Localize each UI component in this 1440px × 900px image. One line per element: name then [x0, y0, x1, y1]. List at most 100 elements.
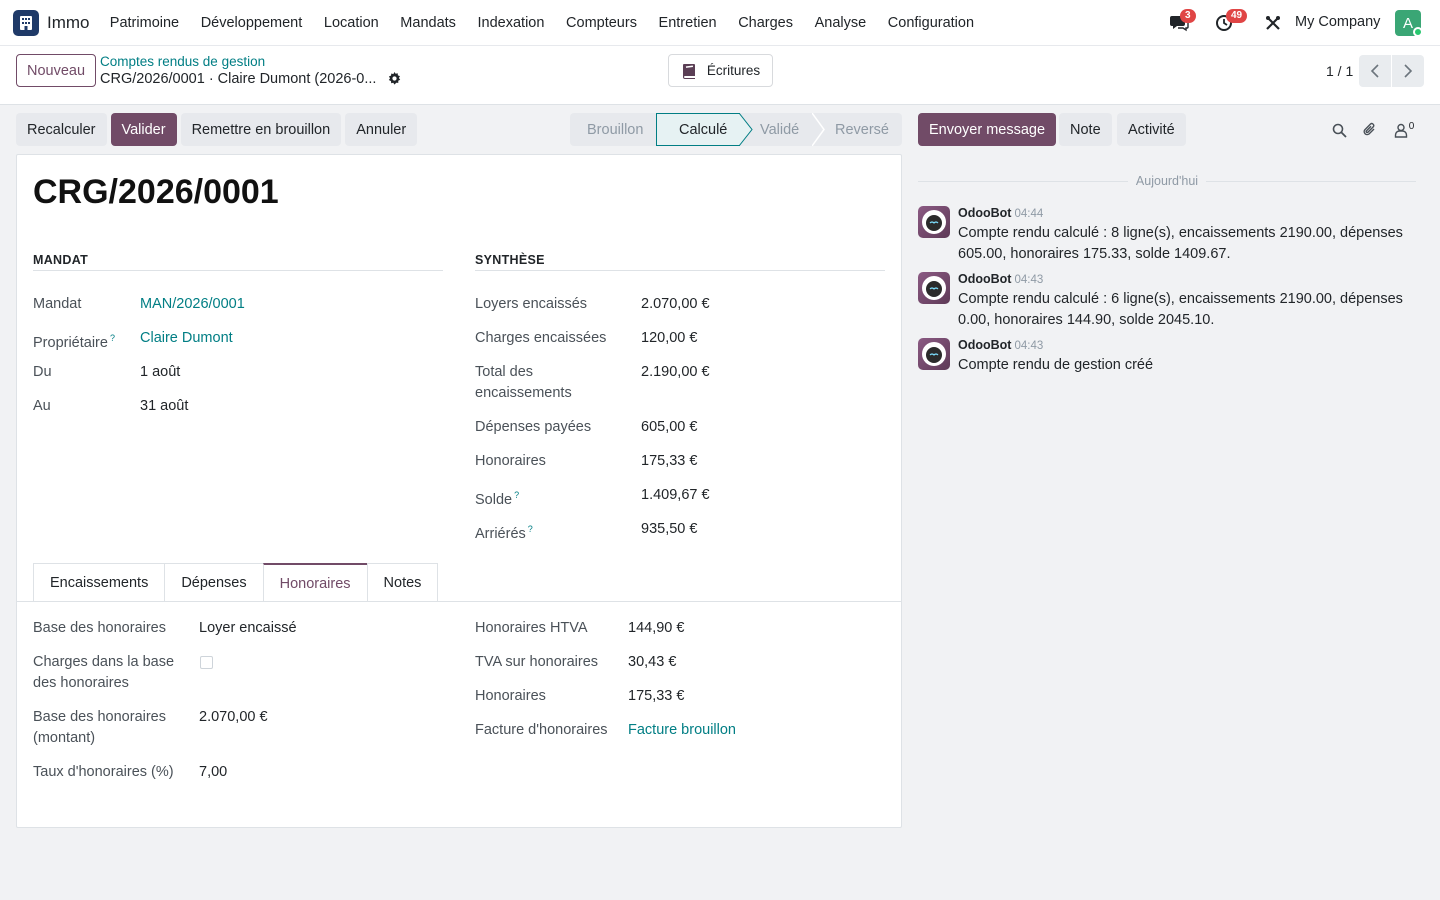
loyers-value: 2.070,00 € — [641, 296, 710, 312]
stage-reverse[interactable]: Reversé — [813, 113, 902, 146]
pager-value[interactable]: 1 / 1 — [1326, 63, 1353, 79]
honoraires-total-value: 175,33 € — [628, 688, 685, 704]
user-icon — [1394, 123, 1407, 138]
tab-encaissements[interactable]: Encaissements — [33, 563, 166, 602]
taux-label: Taux d'honoraires (%) — [33, 764, 174, 780]
tab-honoraires[interactable]: Honoraires — [262, 563, 368, 602]
company-switcher[interactable]: My Company — [1295, 14, 1380, 30]
chatter-message: OdooBot 04:43 Compte rendu de gestion cré… — [918, 338, 1418, 378]
chatter-message: OdooBot 04:43 Compte rendu calculé : 6 li… — [918, 272, 1418, 332]
odoobot-avatar[interactable] — [918, 206, 950, 238]
followers-button[interactable]: 0 — [1390, 120, 1418, 140]
send-message-button[interactable]: Envoyer message — [918, 113, 1057, 146]
du-value[interactable]: 1 août — [140, 362, 180, 383]
menu-item-mandats[interactable]: Mandats — [390, 15, 467, 31]
apps-menu-icon[interactable] — [13, 10, 39, 36]
du-label: Du — [33, 364, 52, 380]
message-body: Compte rendu calculé : 8 ligne(s), encai… — [958, 225, 1403, 262]
facture-link[interactable]: Facture brouillon — [628, 720, 736, 741]
chevron-right-icon — [1404, 64, 1413, 78]
base-montant-line2: (montant) — [33, 730, 96, 746]
message-author[interactable]: OdooBot 04:43 — [958, 272, 1043, 286]
mandat-link[interactable]: MAN/2026/0001 — [140, 294, 245, 315]
author-name: OdooBot — [958, 206, 1012, 220]
menu-item-configuration[interactable]: Configuration — [877, 15, 985, 31]
solde-value: 1.409,67 € — [641, 487, 710, 503]
author-name: OdooBot — [958, 338, 1012, 352]
menu-item-compteurs[interactable]: Compteurs — [555, 15, 648, 31]
tab-notes[interactable]: Notes — [366, 563, 439, 602]
log-note-button[interactable]: Note — [1059, 113, 1112, 146]
menu-item-entretien[interactable]: Entretien — [648, 15, 728, 31]
search-icon[interactable] — [1329, 120, 1349, 140]
stage-brouillon[interactable]: Brouillon — [570, 113, 656, 146]
valider-button[interactable]: Valider — [110, 113, 177, 146]
proprietaire-link[interactable]: Claire Dumont — [140, 328, 233, 349]
help-icon[interactable]: ? — [110, 333, 115, 343]
stage-label: Validé — [760, 121, 800, 138]
menu-item-patrimoine[interactable]: Patrimoine — [99, 15, 190, 31]
chevron-left-icon — [1370, 64, 1379, 78]
au-label: Au — [33, 398, 51, 414]
loyers-label: Loyers encaissés — [475, 296, 588, 312]
stage-calcule[interactable]: Calculé — [656, 113, 753, 146]
messaging-icon[interactable]: 3 — [1168, 9, 1196, 34]
messages-badge: 3 — [1180, 9, 1196, 23]
base-montant-label: Base des honoraires (montant) — [33, 707, 166, 749]
honoraires-value: 175,33 € — [641, 453, 698, 469]
help-icon[interactable]: ? — [528, 524, 533, 534]
solde-label-text: Solde — [475, 491, 513, 508]
solde-label: Solde? — [475, 485, 519, 511]
htva-value: 144,90 € — [628, 620, 685, 636]
gear-icon[interactable] — [388, 72, 401, 88]
remettre-brouillon-button[interactable]: Remettre en brouillon — [180, 113, 342, 146]
menu-item-location[interactable]: Location — [313, 15, 389, 31]
message-author[interactable]: OdooBot 04:43 — [958, 338, 1043, 352]
base-honoraires-value[interactable]: Loyer encaissé — [199, 618, 297, 639]
chatter-message: OdooBot 04:44 Compte rendu calculé : 8 li… — [918, 206, 1418, 266]
tab-depenses[interactable]: Dépenses — [164, 563, 264, 602]
activity-clock-icon[interactable]: 49 — [1213, 9, 1248, 34]
charges-base-checkbox[interactable] — [200, 656, 213, 669]
odoobot-avatar[interactable] — [918, 272, 950, 304]
facture-label: Facture d'honoraires — [475, 722, 608, 738]
new-button[interactable]: Nouveau — [16, 54, 96, 87]
honoraires-total-label: Honoraires — [475, 688, 546, 704]
ecritures-button[interactable]: Écritures — [668, 54, 773, 87]
pager-next-button[interactable] — [1392, 55, 1424, 87]
paperclip-icon[interactable] — [1359, 120, 1379, 140]
debug-tools-icon[interactable] — [1262, 12, 1284, 34]
taux-value[interactable]: 7,00 — [199, 762, 227, 783]
stage-arrow-icon — [812, 113, 825, 146]
breadcrumb-current: CRG/2026/0001 · Claire Dumont (2026-0... — [100, 71, 377, 87]
message-body: Compte rendu de gestion créé — [958, 357, 1154, 373]
honoraires-label: Honoraires — [475, 453, 546, 469]
charges-label: Charges encaissées — [475, 330, 607, 346]
menu-item-indexation[interactable]: Indexation — [467, 15, 556, 31]
tab-divider — [17, 601, 901, 602]
menu-item-developpement[interactable]: Développement — [190, 15, 313, 31]
help-icon[interactable]: ? — [514, 490, 519, 500]
date-separator: Aujourd'hui — [918, 174, 1416, 188]
base-honoraires-label: Base des honoraires — [33, 620, 166, 636]
annuler-button[interactable]: Annuler — [345, 113, 418, 146]
odoobot-avatar[interactable] — [918, 338, 950, 370]
arrieres-value: 935,50 € — [641, 521, 698, 537]
status-bar: Brouillon Calculé Validé Reversé — [570, 113, 902, 146]
pager-previous-button[interactable] — [1359, 55, 1391, 87]
breadcrumb-parent[interactable]: Comptes rendus de gestion — [100, 54, 265, 69]
total-label-line2: encaissements — [475, 385, 572, 401]
recalculer-button[interactable]: Recalculer — [16, 113, 107, 146]
base-montant-line1: Base des honoraires — [33, 709, 166, 725]
message-body: Compte rendu calculé : 6 ligne(s), encai… — [958, 291, 1403, 328]
message-time: 04:43 — [1014, 340, 1044, 352]
depenses-value: 605,00 € — [641, 419, 698, 435]
menu-item-analyse[interactable]: Analyse — [804, 15, 877, 31]
arrieres-label-text: Arriérés — [475, 525, 526, 542]
app-name[interactable]: Immo — [47, 13, 90, 33]
message-author[interactable]: OdooBot 04:44 — [958, 206, 1043, 220]
menu-item-charges[interactable]: Charges — [727, 15, 803, 31]
book-icon — [682, 63, 695, 79]
activity-button[interactable]: Activité — [1117, 113, 1186, 146]
au-value[interactable]: 31 août — [140, 396, 188, 417]
